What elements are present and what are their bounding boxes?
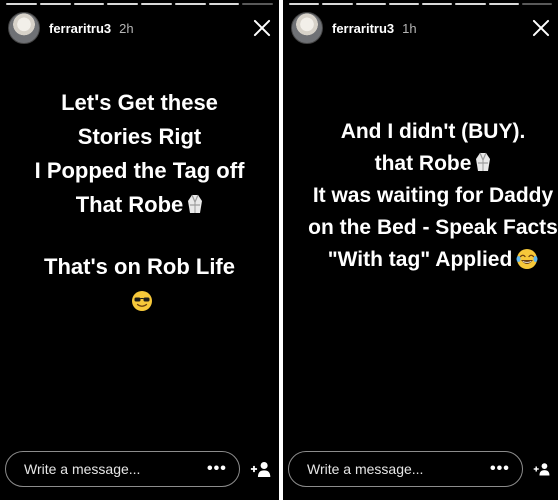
add-user-icon[interactable] (533, 459, 550, 479)
reply-bar: ••• (5, 450, 271, 488)
story-text-line-with-icon: That Robe (0, 188, 279, 222)
story-text: And I didn't (BUY). that Robe It was wai… (283, 116, 558, 276)
progress-segment (289, 3, 320, 5)
progress-segment-current (242, 3, 273, 5)
story-text-line: on the Bed - Speak Facts (308, 216, 558, 239)
story-text-line-with-icon: that Robe (283, 148, 558, 180)
message-input-wrapper[interactable]: ••• (288, 451, 523, 487)
story-progress-bar (6, 3, 273, 5)
progress-segment (174, 3, 206, 5)
story-text-line: Let's Get these (61, 90, 218, 115)
story-text-line: I Popped the Tag off (34, 158, 245, 183)
smiling-face-with-sunglasses-icon (131, 291, 152, 311)
story-panel-right: ferraritru3 1h And I didn't (BUY). that … (283, 0, 558, 500)
message-input-wrapper[interactable]: ••• (5, 451, 240, 487)
story-text-line: And I didn't (BUY). (340, 120, 526, 143)
close-icon[interactable] (530, 17, 552, 39)
story-text-line: that Robe (374, 152, 472, 175)
story-panel-left: ferraritru3 2h Let's Get these Stories R… (0, 0, 279, 500)
reply-bar: ••• (288, 450, 550, 488)
story-text-line: It was waiting for Daddy (312, 184, 554, 207)
progress-segment (488, 3, 519, 5)
story-text-line: Stories Rigt (77, 124, 202, 149)
message-input[interactable] (305, 460, 490, 478)
timestamp: 2h (119, 20, 134, 36)
progress-segment (141, 3, 172, 5)
story-progress-bar (289, 3, 552, 5)
avatar[interactable] (291, 12, 323, 44)
face-with-tears-of-joy-icon (516, 249, 538, 269)
more-options-icon[interactable]: ••• (490, 460, 510, 478)
story-text: Let's Get these Stories Rigt I Popped th… (0, 86, 279, 318)
progress-segment (355, 3, 386, 5)
robe-icon (188, 194, 203, 213)
timestamp: 1h (402, 20, 417, 36)
add-user-icon[interactable] (250, 459, 271, 479)
progress-segment (73, 3, 105, 5)
progress-segment (39, 3, 71, 5)
username[interactable]: ferraritru3 (332, 21, 394, 36)
robe-icon (476, 152, 491, 171)
story-text-line: That Robe (75, 192, 184, 217)
progress-segment (455, 3, 486, 5)
emoji-row (0, 284, 279, 318)
story-header: ferraritru3 2h (8, 12, 273, 44)
username[interactable]: ferraritru3 (49, 21, 111, 36)
story-text-line-with-icon: "With tag" Applied (283, 244, 558, 276)
story-text-line: That's on Rob Life (44, 254, 235, 279)
message-input[interactable] (22, 460, 207, 478)
progress-segment-current (521, 3, 552, 5)
progress-segment (322, 3, 353, 5)
progress-segment (422, 3, 453, 5)
progress-segment (208, 3, 240, 5)
story-text-line: "With tag" Applied (327, 248, 513, 271)
avatar[interactable] (8, 12, 40, 44)
close-icon[interactable] (251, 17, 273, 39)
progress-segment (388, 3, 419, 5)
progress-segment (107, 3, 138, 5)
progress-segment (6, 3, 37, 5)
story-header: ferraritru3 1h (291, 12, 552, 44)
more-options-icon[interactable]: ••• (207, 460, 227, 478)
